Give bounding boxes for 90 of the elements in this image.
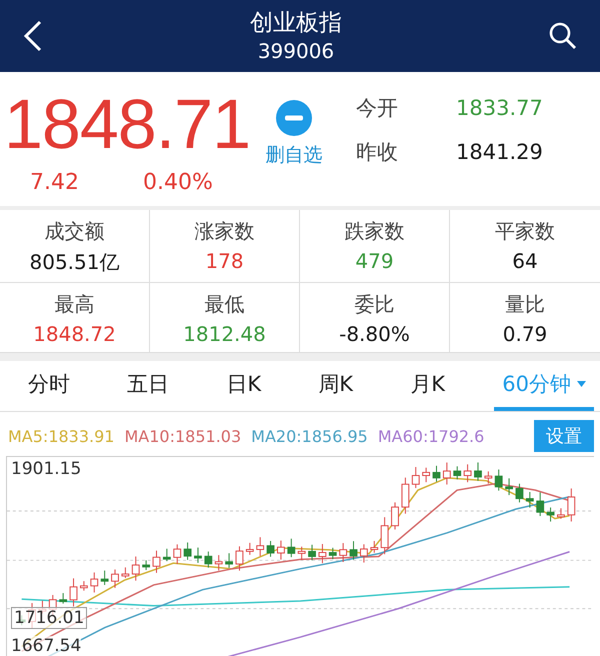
candlestick <box>464 464 472 483</box>
stat-label: 平家数 <box>495 218 555 245</box>
candlestick <box>453 466 462 480</box>
candlestick <box>80 580 88 592</box>
stat-value: -8.80% <box>339 322 410 346</box>
price-value: 1848.71 <box>4 84 252 165</box>
candlestick <box>546 507 554 522</box>
stat-label: 成交额 <box>44 218 104 245</box>
candlestick <box>152 550 160 574</box>
candlestick <box>536 492 544 517</box>
period-tab[interactable]: 周K <box>310 361 362 411</box>
candlestick <box>318 544 326 564</box>
candlestick <box>370 540 378 554</box>
stat-value: 0.79 <box>502 322 548 346</box>
candlestick <box>194 547 202 564</box>
candlestick <box>391 502 399 530</box>
stat-value: 64 <box>512 249 538 273</box>
period-tab[interactable]: 分时 <box>20 361 78 411</box>
index-code: 399006 <box>258 38 334 64</box>
candlestick <box>214 554 223 571</box>
stat-value: 1812.48 <box>183 322 266 346</box>
period-tab[interactable]: 五日 <box>119 361 178 411</box>
candlestick <box>484 470 492 484</box>
candlestick <box>557 508 565 520</box>
candlestick <box>494 469 503 492</box>
candlestick <box>412 466 420 489</box>
candlestick <box>162 548 171 562</box>
candlestick <box>90 572 98 593</box>
field-value: 1833.77 <box>456 96 543 120</box>
candlestick <box>422 467 430 483</box>
candlestick <box>246 542 254 556</box>
candlestick <box>225 552 233 568</box>
period-tab[interactable]: 月K <box>402 361 454 411</box>
candlestick <box>298 546 306 560</box>
ma-legend-text: MA20:1856.95 <box>251 426 368 446</box>
candlestick <box>121 566 130 578</box>
candlestick <box>236 546 244 572</box>
search-icon[interactable] <box>548 21 578 51</box>
candlestick <box>526 491 534 508</box>
field-value: 1841.29 <box>456 140 543 164</box>
candlestick <box>277 540 285 560</box>
remove-watchlist-link[interactable]: 删自选 <box>266 142 322 168</box>
candlestick <box>100 570 109 586</box>
stat-label: 最高 <box>54 291 94 318</box>
ma-legend-text: MA10:1851.03 <box>124 426 242 446</box>
stat-value: 1848.72 <box>33 322 116 346</box>
candlestick <box>350 540 358 560</box>
stat-label: 最低 <box>204 291 244 318</box>
candlestick <box>442 462 451 486</box>
ma-legend-text: MA60:1792.6 <box>378 426 484 446</box>
stat-value: 805.51亿 <box>30 249 120 276</box>
candlestick <box>132 556 140 582</box>
candlestick <box>173 544 182 564</box>
period-tab[interactable]: 日K <box>218 361 270 411</box>
candlestick <box>360 544 368 564</box>
stat-label: 委比 <box>354 291 394 318</box>
index-title: 创业板指 <box>250 9 342 38</box>
candlestick <box>142 560 150 571</box>
candlestick <box>328 547 337 560</box>
field-label: 今开 <box>356 95 399 122</box>
candlestick <box>505 478 513 496</box>
candlestick <box>111 568 119 588</box>
back-icon[interactable] <box>22 19 44 53</box>
candlestick <box>59 592 68 604</box>
price-axis-label: 1667.54 <box>11 636 82 656</box>
candlestick <box>474 462 482 482</box>
price-axis-label: 1716.01 <box>11 606 88 628</box>
candlestick <box>380 516 389 555</box>
field-label: 昨收 <box>356 139 399 166</box>
change-value: 7.42 <box>30 170 79 195</box>
stat-label: 涨家数 <box>194 218 254 245</box>
candlestick <box>70 578 78 607</box>
candlestick <box>516 483 524 503</box>
stat-value: 178 <box>205 249 244 273</box>
candlestick <box>308 544 316 561</box>
candlestick <box>287 538 296 558</box>
ma-legend-text: MA5:1833.91 <box>8 426 114 446</box>
stat-label: 量比 <box>505 291 545 318</box>
change-percent: 0.40% <box>142 170 213 195</box>
candlestick <box>432 465 440 482</box>
candlestick <box>204 551 212 568</box>
stat-value: 479 <box>355 249 394 273</box>
remove-icon[interactable] <box>276 100 312 136</box>
candlestick <box>339 542 348 562</box>
stat-label: 跌家数 <box>344 218 404 245</box>
candlestick <box>567 488 576 522</box>
candlestick <box>266 540 274 558</box>
candlestick <box>401 477 410 514</box>
candlestick <box>184 542 192 560</box>
candlestick <box>256 536 264 557</box>
